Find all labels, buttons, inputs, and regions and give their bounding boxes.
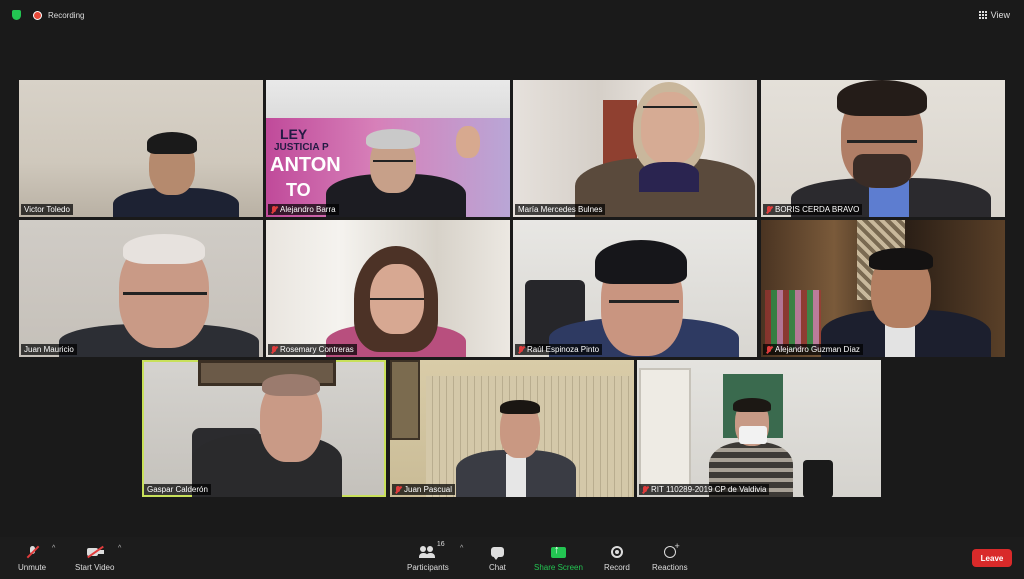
muted-mic-icon <box>766 345 772 354</box>
participant-nameplate: Gaspar Calderón <box>144 484 211 495</box>
muted-mic-icon <box>271 205 277 214</box>
video-tile-raul-espinoza-pinto[interactable]: Raúl Espinoza Pinto <box>513 220 757 357</box>
participant-nameplate: Alejandro Barra <box>268 204 339 215</box>
participants-count: 16 <box>436 541 445 548</box>
video-tile-alejandro-guzman-diaz[interactable]: Alejandro Guzman Díaz <box>761 220 1005 357</box>
video-off-icon <box>86 546 104 558</box>
grid-view-icon <box>978 11 987 19</box>
view-label: View <box>990 10 1010 20</box>
chat-icon <box>490 547 504 560</box>
view-button[interactable]: View <box>978 10 1010 20</box>
participant-nameplate: María Mercedes Bulnes <box>515 204 606 215</box>
participant-nameplate: RIT 110289-2019 CP de Valdivia <box>639 484 770 495</box>
participant-nameplate: BORIS CERDA BRAVO <box>763 204 863 215</box>
recording-indicator: Recording <box>12 10 84 20</box>
banner-text-line1: LEY <box>280 126 308 142</box>
muted-mic-icon <box>271 345 277 354</box>
participant-nameplate: Rosemary Contreras <box>268 344 357 355</box>
participant-nameplate: Juan Mauricio <box>21 344 77 355</box>
muted-mic-icon <box>642 485 648 494</box>
video-tile-boris-cerda-bravo[interactable]: BORIS CERDA BRAVO <box>761 80 1005 217</box>
video-tile-alejandro-barra[interactable]: LEY JUSTICIA P ANTON TO Alejandro Barra <box>266 80 510 217</box>
muted-microphone-icon <box>25 545 39 559</box>
video-tile-rosemary-contreras[interactable]: Rosemary Contreras <box>266 220 510 357</box>
participants-button[interactable]: 16 Participants <box>407 541 449 572</box>
banner-text-line4: TO <box>286 180 311 200</box>
video-tile-juan-pascual[interactable]: Juan Pascual <box>390 360 634 497</box>
muted-mic-icon <box>518 345 524 354</box>
video-tile-gaspar-calderon[interactable]: Gaspar Calderón <box>142 360 386 497</box>
chat-button[interactable]: Chat <box>489 543 506 572</box>
muted-mic-icon <box>766 205 772 214</box>
video-tile-juan-mauricio[interactable]: Juan Mauricio <box>19 220 263 357</box>
record-button[interactable]: Record <box>604 543 630 572</box>
banner-text-line3: ANTON <box>270 154 341 176</box>
recording-label: Recording <box>48 10 85 20</box>
recording-dot-icon <box>33 10 42 20</box>
video-options-caret-icon[interactable]: ^ <box>118 545 121 552</box>
meeting-toolbar: Unmute ^ Start Video ^ 16 Participants ^… <box>0 537 1024 579</box>
start-video-button[interactable]: Start Video <box>75 543 114 572</box>
unmute-button[interactable]: Unmute <box>18 543 46 572</box>
video-tile-maria-mercedes-bulnes[interactable]: María Mercedes Bulnes <box>513 80 757 217</box>
audio-options-caret-icon[interactable]: ^ <box>52 545 55 552</box>
video-tile-rit-valdivia[interactable]: RIT 110289-2019 CP de Valdivia <box>637 360 881 497</box>
participant-nameplate: Alejandro Guzman Díaz <box>763 344 863 355</box>
participant-nameplate: Victor Toledo <box>21 204 73 215</box>
leave-button[interactable]: Leave <box>972 549 1012 567</box>
share-screen-button[interactable]: Share Screen <box>534 543 583 573</box>
video-tile-victor-toledo[interactable]: Victor Toledo <box>19 80 263 217</box>
participant-nameplate: Raúl Espinoza Pinto <box>515 344 603 355</box>
participants-icon <box>418 546 437 558</box>
shield-icon[interactable] <box>12 10 21 20</box>
record-icon <box>610 546 623 558</box>
participants-options-caret-icon[interactable]: ^ <box>460 545 463 552</box>
muted-mic-icon <box>395 485 401 494</box>
meeting-topbar: Recording View <box>0 0 1024 30</box>
reactions-button[interactable]: Reactions <box>652 541 688 572</box>
participant-nameplate: Juan Pascual <box>392 484 456 495</box>
reactions-icon <box>663 541 680 558</box>
banner-text-line2: JUSTICIA P <box>274 142 329 153</box>
share-screen-icon <box>550 544 566 558</box>
